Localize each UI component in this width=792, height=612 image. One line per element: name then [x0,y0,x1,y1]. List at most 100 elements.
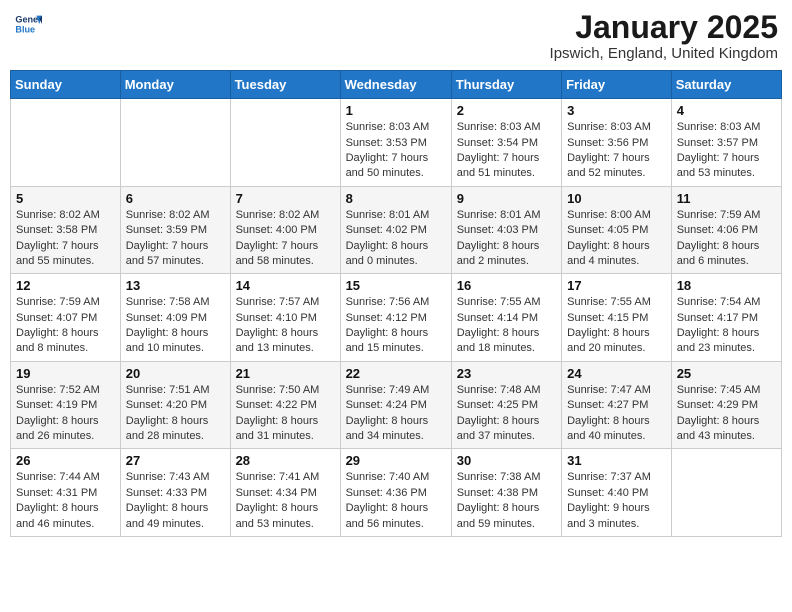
day-cell: 13 Sunrise: 7:58 AM Sunset: 4:09 PM Dayli… [120,274,230,362]
day-number: 2 [457,103,556,118]
day-number: 29 [346,453,446,468]
day-info: Sunrise: 7:49 AM Sunset: 4:24 PM Dayligh… [346,383,446,445]
day-number: 16 [457,278,556,293]
day-number: 31 [567,453,666,468]
day-cell: 26 Sunrise: 7:44 AM Sunset: 4:31 PM Dayli… [11,449,121,537]
day-info: Sunrise: 8:02 AM Sunset: 4:00 PM Dayligh… [236,208,335,270]
week-row-4: 19 Sunrise: 7:52 AM Sunset: 4:19 PM Dayli… [11,361,782,449]
weekday-header-thursday: Thursday [451,71,561,99]
day-info: Sunrise: 8:00 AM Sunset: 4:05 PM Dayligh… [567,208,666,270]
day-cell: 3 Sunrise: 8:03 AM Sunset: 3:56 PM Daylig… [562,99,672,187]
day-cell: 29 Sunrise: 7:40 AM Sunset: 4:36 PM Dayli… [340,449,451,537]
day-cell: 24 Sunrise: 7:47 AM Sunset: 4:27 PM Dayli… [562,361,672,449]
day-number: 14 [236,278,335,293]
day-number: 10 [567,191,666,206]
day-info: Sunrise: 8:03 AM Sunset: 3:53 PM Dayligh… [346,120,446,182]
day-info: Sunrise: 7:37 AM Sunset: 4:40 PM Dayligh… [567,470,666,532]
day-info: Sunrise: 8:01 AM Sunset: 4:03 PM Dayligh… [457,208,556,270]
day-cell [120,99,230,187]
day-cell: 22 Sunrise: 7:49 AM Sunset: 4:24 PM Dayli… [340,361,451,449]
day-info: Sunrise: 7:45 AM Sunset: 4:29 PM Dayligh… [677,383,776,445]
day-cell: 21 Sunrise: 7:50 AM Sunset: 4:22 PM Dayli… [230,361,340,449]
day-info: Sunrise: 7:47 AM Sunset: 4:27 PM Dayligh… [567,383,666,445]
day-cell: 8Sunrise: 8:01 AM Sunset: 4:02 PM Daylig… [340,186,451,274]
day-number: 17 [567,278,666,293]
day-number: 3 [567,103,666,118]
day-number: 13 [126,278,225,293]
day-number: 12 [16,278,115,293]
day-info: Sunrise: 7:59 AM Sunset: 4:06 PM Dayligh… [677,208,776,270]
day-number: 25 [677,366,776,381]
day-cell: 4 Sunrise: 8:03 AM Sunset: 3:57 PM Daylig… [671,99,781,187]
calendar-table: SundayMondayTuesdayWednesdayThursdayFrid… [10,70,782,537]
day-cell: 2 Sunrise: 8:03 AM Sunset: 3:54 PM Daylig… [451,99,561,187]
day-cell [230,99,340,187]
day-number: 22 [346,366,446,381]
day-cell: 28Sunrise: 7:41 AM Sunset: 4:34 PM Dayli… [230,449,340,537]
day-cell: 1 Sunrise: 8:03 AM Sunset: 3:53 PM Daylig… [340,99,451,187]
day-info: Sunrise: 7:40 AM Sunset: 4:36 PM Dayligh… [346,470,446,532]
day-info: Sunrise: 7:58 AM Sunset: 4:09 PM Dayligh… [126,295,225,357]
week-row-3: 12 Sunrise: 7:59 AM Sunset: 4:07 PM Dayli… [11,274,782,362]
day-number: 1 [346,103,446,118]
day-cell: 15Sunrise: 7:56 AM Sunset: 4:12 PM Dayli… [340,274,451,362]
day-info: Sunrise: 7:59 AM Sunset: 4:07 PM Dayligh… [16,295,115,357]
week-row-1: 1 Sunrise: 8:03 AM Sunset: 3:53 PM Daylig… [11,99,782,187]
page-header: General Blue January 2025 Ipswich, Engla… [10,10,782,62]
title-block: January 2025 Ipswich, England, United Ki… [550,10,778,62]
day-info: Sunrise: 8:03 AM Sunset: 3:56 PM Dayligh… [567,120,666,182]
day-cell: 17 Sunrise: 7:55 AM Sunset: 4:15 PM Dayli… [562,274,672,362]
day-number: 11 [677,191,776,206]
day-number: 9 [457,191,556,206]
day-cell: 30 Sunrise: 7:38 AM Sunset: 4:38 PM Dayli… [451,449,561,537]
day-number: 30 [457,453,556,468]
day-number: 20 [126,366,225,381]
day-cell: 23 Sunrise: 7:48 AM Sunset: 4:25 PM Dayli… [451,361,561,449]
day-cell: 9 Sunrise: 8:01 AM Sunset: 4:03 PM Daylig… [451,186,561,274]
day-number: 26 [16,453,115,468]
day-cell: 16Sunrise: 7:55 AM Sunset: 4:14 PM Dayli… [451,274,561,362]
day-cell: 20 Sunrise: 7:51 AM Sunset: 4:20 PM Dayli… [120,361,230,449]
day-info: Sunrise: 7:50 AM Sunset: 4:22 PM Dayligh… [236,383,335,445]
day-number: 4 [677,103,776,118]
day-info: Sunrise: 7:38 AM Sunset: 4:38 PM Dayligh… [457,470,556,532]
weekday-header-tuesday: Tuesday [230,71,340,99]
day-info: Sunrise: 7:52 AM Sunset: 4:19 PM Dayligh… [16,383,115,445]
day-info: Sunrise: 7:51 AM Sunset: 4:20 PM Dayligh… [126,383,225,445]
weekday-header-row: SundayMondayTuesdayWednesdayThursdayFrid… [11,71,782,99]
day-cell: 14Sunrise: 7:57 AM Sunset: 4:10 PM Dayli… [230,274,340,362]
weekday-header-sunday: Sunday [11,71,121,99]
location: Ipswich, England, United Kingdom [550,45,778,62]
day-info: Sunrise: 7:56 AM Sunset: 4:12 PM Dayligh… [346,295,446,357]
svg-text:Blue: Blue [15,24,35,34]
day-info: Sunrise: 7:44 AM Sunset: 4:31 PM Dayligh… [16,470,115,532]
weekday-header-friday: Friday [562,71,672,99]
day-info: Sunrise: 7:41 AM Sunset: 4:34 PM Dayligh… [236,470,335,532]
day-number: 19 [16,366,115,381]
day-cell: 27Sunrise: 7:43 AM Sunset: 4:33 PM Dayli… [120,449,230,537]
day-info: Sunrise: 7:48 AM Sunset: 4:25 PM Dayligh… [457,383,556,445]
day-cell: 11 Sunrise: 7:59 AM Sunset: 4:06 PM Dayli… [671,186,781,274]
day-number: 21 [236,366,335,381]
day-cell: 19 Sunrise: 7:52 AM Sunset: 4:19 PM Dayli… [11,361,121,449]
day-cell [11,99,121,187]
day-number: 5 [16,191,115,206]
day-number: 23 [457,366,556,381]
day-info: Sunrise: 7:55 AM Sunset: 4:15 PM Dayligh… [567,295,666,357]
day-info: Sunrise: 8:01 AM Sunset: 4:02 PM Dayligh… [346,208,446,270]
day-info: Sunrise: 8:03 AM Sunset: 3:57 PM Dayligh… [677,120,776,182]
day-info: Sunrise: 8:02 AM Sunset: 3:58 PM Dayligh… [16,208,115,270]
day-number: 24 [567,366,666,381]
weekday-header-monday: Monday [120,71,230,99]
day-cell: 6 Sunrise: 8:02 AM Sunset: 3:59 PM Daylig… [120,186,230,274]
day-info: Sunrise: 8:03 AM Sunset: 3:54 PM Dayligh… [457,120,556,182]
day-cell: 25 Sunrise: 7:45 AM Sunset: 4:29 PM Dayli… [671,361,781,449]
day-cell: 5 Sunrise: 8:02 AM Sunset: 3:58 PM Daylig… [11,186,121,274]
day-cell: 10 Sunrise: 8:00 AM Sunset: 4:05 PM Dayli… [562,186,672,274]
weekday-header-wednesday: Wednesday [340,71,451,99]
day-number: 6 [126,191,225,206]
day-cell: 31 Sunrise: 7:37 AM Sunset: 4:40 PM Dayli… [562,449,672,537]
logo: General Blue [14,10,42,38]
month-title: January 2025 [550,10,778,45]
day-info: Sunrise: 8:02 AM Sunset: 3:59 PM Dayligh… [126,208,225,270]
